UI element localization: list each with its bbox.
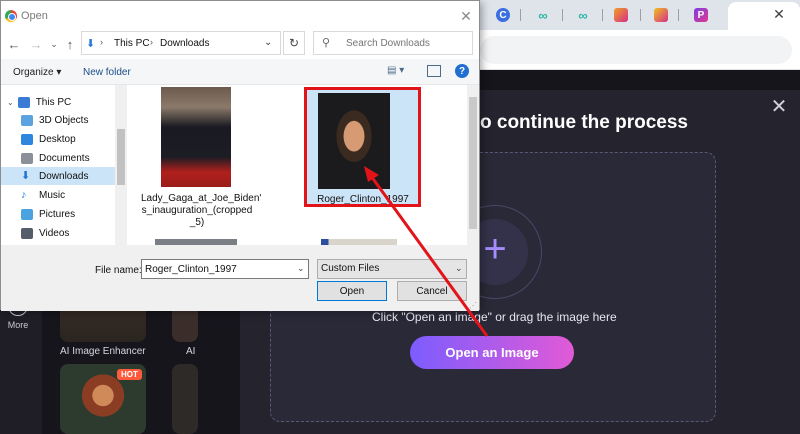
file-name-input[interactable]	[141, 259, 309, 279]
nav-item-desktop[interactable]: Desktop	[7, 130, 117, 148]
chrome-icon	[5, 10, 17, 22]
chevron-down-icon[interactable]: ⌄	[297, 263, 305, 274]
nav-item-downloads[interactable]: ⬇ Downloads	[1, 167, 115, 185]
back-arrow-icon[interactable]: ←	[5, 35, 23, 53]
search-input[interactable]	[346, 38, 466, 49]
open-button[interactable]: Open	[317, 281, 387, 301]
c-letter-icon: C	[496, 8, 510, 22]
organize-menu[interactable]: Organize ▾	[13, 67, 61, 78]
nav-item-label: Pictures	[39, 208, 76, 220]
music-icon: ♪	[21, 188, 27, 201]
navigation-bar: ← → ⌄ ↑ ⬇ › This PC › Downloads ⌄ ↻ ⚲	[1, 31, 479, 59]
videos-icon	[21, 227, 33, 239]
chevron-down-icon[interactable]: ⌄	[264, 37, 272, 48]
tab-close-icon[interactable]: ✕	[770, 5, 788, 23]
search-icon: ⚲	[322, 37, 331, 49]
resize-grip-icon[interactable]: ⋰	[469, 301, 477, 310]
desktop-icon	[21, 133, 33, 145]
open-image-button[interactable]: Open an Image	[410, 336, 574, 369]
tab-separator	[520, 9, 521, 21]
tab-separator	[602, 9, 603, 21]
browser-tab[interactable]: ∞	[528, 4, 558, 26]
gallery-icon	[614, 8, 628, 22]
command-bar: Organize ▾ New folder ▤ ▾ ?	[1, 59, 479, 85]
breadcrumb-separator: ›	[150, 37, 153, 47]
plus-icon[interactable]: +	[477, 229, 513, 269]
download-arrow-icon: ⬇	[86, 38, 96, 50]
nav-item-label: Downloads	[39, 170, 89, 182]
documents-icon	[21, 152, 33, 164]
pictures-icon	[21, 208, 33, 220]
browser-tab[interactable]	[646, 4, 676, 26]
pc-icon	[17, 96, 30, 108]
tool-thumbnail[interactable]	[172, 364, 198, 434]
modal-title: o continue the process	[480, 112, 688, 133]
active-browser-tab[interactable]	[728, 2, 800, 30]
address-bar[interactable]	[480, 36, 792, 64]
file-thumbnail	[161, 87, 231, 187]
nav-item-label: 3D Objects	[39, 114, 89, 126]
view-options-icon[interactable]: ▤ ▾	[387, 65, 411, 79]
nav-item-label: Music	[39, 189, 66, 201]
file-name-line: _5)	[189, 217, 205, 228]
tool-label[interactable]: AI	[186, 346, 195, 357]
file-type-value: Custom Files	[321, 263, 380, 274]
gallery-icon	[654, 8, 668, 22]
browser-tab[interactable]: P	[686, 4, 716, 26]
help-icon[interactable]: ?	[455, 64, 469, 78]
nav-item-label: Desktop	[39, 133, 76, 145]
hot-badge: HOT	[117, 369, 142, 380]
nav-item-music[interactable]: ♪ Music	[7, 186, 117, 204]
nav-item-documents[interactable]: Documents	[7, 149, 117, 167]
drop-hint: Click "Open an image" or drag the image …	[372, 310, 617, 324]
nav-item-label: This PC	[35, 96, 72, 108]
tab-separator	[678, 9, 679, 21]
nav-scrollbar-thumb[interactable]	[117, 129, 125, 185]
p-letter-icon: P	[694, 8, 708, 22]
chevron-down-icon[interactable]: ⌄	[455, 263, 463, 274]
file-item[interactable]: Lady_Gaga_at_Joe_Biden' s_inauguration_(…	[141, 85, 262, 235]
preview-pane-icon[interactable]	[427, 65, 441, 77]
cancel-button[interactable]: Cancel	[397, 281, 467, 301]
nav-item-videos[interactable]: Videos	[7, 224, 117, 242]
tab-separator	[640, 9, 641, 21]
file-name-line: s_inauguration_(cropped	[141, 205, 253, 216]
more-label[interactable]: More	[0, 320, 36, 330]
breadcrumb-separator: ›	[100, 37, 103, 47]
nav-item-label: Videos	[39, 227, 70, 239]
dialog-title: Open	[21, 10, 48, 22]
chevron-down-icon[interactable]: ⌄	[7, 98, 14, 107]
tool-label[interactable]: AI Image Enhancer	[60, 346, 150, 357]
cube-icon	[21, 114, 33, 126]
nav-item-this-pc[interactable]: ⌄ This PC	[1, 93, 111, 111]
file-name-label: File name:	[95, 265, 142, 276]
up-arrow-icon[interactable]: ↑	[61, 35, 79, 53]
new-folder-button[interactable]: New folder	[83, 67, 131, 78]
search-box[interactable]: ⚲	[313, 31, 473, 55]
breadcrumb-item[interactable]: This PC	[114, 38, 150, 49]
browser-tab[interactable]: C	[488, 4, 518, 26]
tab-separator	[562, 9, 563, 21]
dialog-titlebar[interactable]: Open ✕	[1, 1, 479, 31]
nav-item-pictures[interactable]: Pictures	[7, 205, 117, 223]
download-arrow-icon: ⬇	[21, 169, 31, 182]
refresh-icon[interactable]: ↻	[283, 31, 305, 55]
nav-item-label: Documents	[39, 152, 90, 164]
file-name-line: Lady_Gaga_at_Joe_Biden'	[141, 193, 262, 204]
infinity-icon: ∞	[538, 7, 548, 23]
forward-arrow-icon[interactable]: →	[27, 35, 45, 53]
browser-tab[interactable]	[606, 4, 636, 26]
file-name-label: Lady_Gaga_at_Joe_Biden' s_inauguration_(…	[141, 193, 262, 229]
browser-tab[interactable]: ∞	[568, 4, 598, 26]
infinity-icon: ∞	[578, 7, 588, 23]
file-scrollbar-thumb[interactable]	[469, 97, 477, 229]
breadcrumb[interactable]: ⬇ › This PC › Downloads ⌄	[81, 31, 281, 55]
annotation-highlight-box	[304, 87, 421, 207]
modal-close-icon[interactable]: ✕	[768, 95, 790, 118]
nav-item-3d-objects[interactable]: 3D Objects	[7, 111, 117, 129]
close-icon[interactable]: ✕	[457, 7, 475, 25]
breadcrumb-item[interactable]: Downloads	[160, 38, 209, 49]
